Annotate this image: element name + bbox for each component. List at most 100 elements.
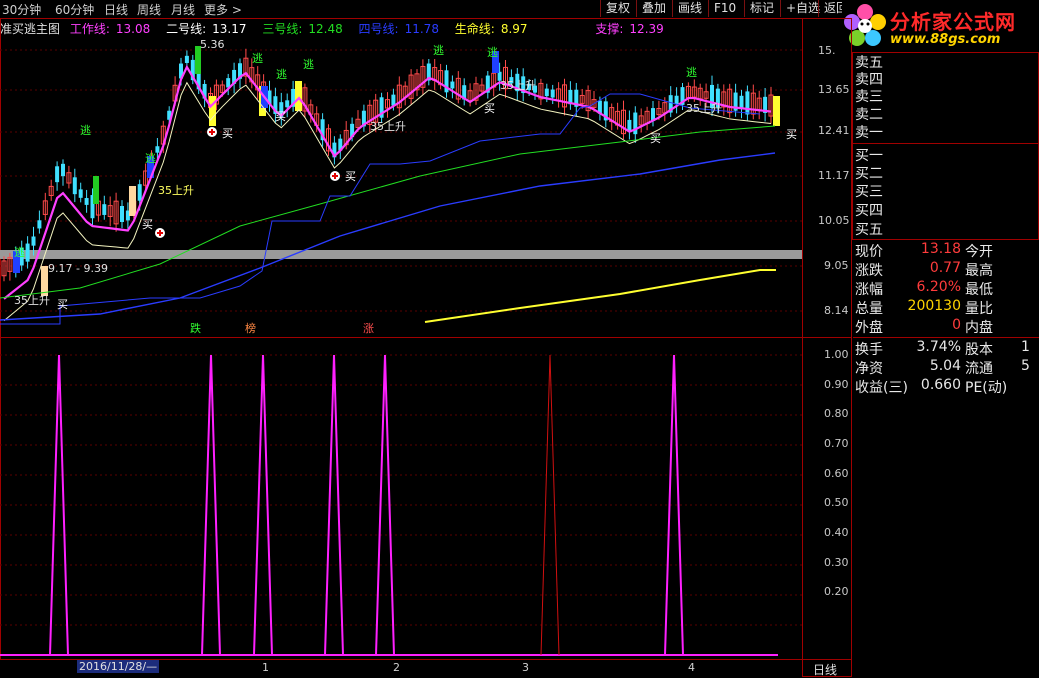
line-four: [0, 152, 776, 321]
period-label: 日线: [813, 663, 838, 677]
draw-line-button[interactable]: 画线: [672, 0, 707, 17]
escape-signal: 逃: [433, 44, 444, 57]
buy-label: 买三: [855, 184, 883, 200]
stat-label: 最高: [965, 263, 993, 279]
quote-row: 涨幅 6.20% 最低: [853, 279, 1039, 298]
period-60min[interactable]: 60分钟: [55, 1, 94, 18]
candle-body: [78, 189, 83, 198]
stat-label: 现价: [855, 244, 883, 260]
stat-value: 200130: [907, 298, 961, 314]
stat-label: 净资: [855, 361, 883, 377]
candle-body: [550, 89, 555, 98]
candle-body: [102, 204, 107, 215]
quote-row: 换手 3.74% 股本 1: [853, 339, 1039, 358]
highlight-bar: [773, 96, 780, 126]
indicator-y-axis: 1.00 0.90 0.80 0.70 0.60 0.50 0.40 0.30 …: [804, 337, 852, 659]
marker-fall: 跌: [190, 322, 201, 335]
time-axis: 2016/11/28/— 1 2 3 4: [0, 659, 802, 677]
escape-signal: 逃: [80, 124, 91, 137]
buy-signal: 买: [484, 102, 495, 115]
period-month[interactable]: 月线: [171, 1, 195, 18]
period-30min[interactable]: 30分钟: [2, 1, 41, 18]
logo-url: www.88gs.com: [890, 32, 1001, 47]
stat-label: 股本: [965, 342, 993, 358]
sell-level: 卖二: [853, 104, 1039, 123]
stat-value: 5: [1021, 358, 1030, 374]
logo-name: 分析家公式网: [890, 10, 1016, 34]
signal-indicator-chart[interactable]: [0, 337, 802, 659]
buy-signal: 买: [222, 127, 233, 140]
support-band: [0, 250, 802, 259]
quote-stats: 现价 13.18 今开 涨跌 0.77 最高 涨幅 6.20% 最低 总量 20…: [853, 241, 1039, 401]
stat-value: 13.18: [920, 241, 961, 257]
main-price-chart[interactable]: [0, 36, 802, 336]
range-label: 9.17 - 9.39: [48, 262, 108, 275]
period-week[interactable]: 周线: [137, 1, 161, 18]
candle-body: [155, 146, 160, 153]
period-more[interactable]: 更多 >: [204, 1, 242, 18]
y-tick: 0.40: [824, 526, 849, 539]
y-tick: 0.30: [824, 556, 849, 569]
month-tick: 3: [522, 661, 529, 674]
quote-row: 外盘 0 内盘: [853, 317, 1039, 336]
stat-label: 流通: [965, 361, 993, 377]
candle-body: [120, 206, 124, 222]
stat-value: 1: [1021, 339, 1030, 355]
period-day[interactable]: 日线: [104, 1, 128, 18]
y-tick: 0.70: [824, 437, 849, 450]
stat-label: 换手: [855, 342, 883, 358]
stat-value: 0: [952, 317, 961, 333]
month-tick: 1: [262, 661, 269, 674]
month-tick: 2: [393, 661, 400, 674]
stat-label: 最低: [965, 282, 993, 298]
life-line: [424, 269, 776, 323]
buy-level: 买三: [853, 181, 1039, 200]
y-tick: 0.80: [824, 407, 849, 420]
candle-body: [84, 198, 89, 205]
mark-button[interactable]: 标记: [744, 0, 779, 17]
sell-label: 卖一: [855, 125, 883, 141]
sell-label: 卖二: [855, 107, 883, 123]
stat-value: 0.660: [920, 377, 961, 393]
period-label-box[interactable]: 日线: [802, 659, 852, 677]
month-tick: 4: [688, 661, 695, 674]
buy-level: 买五: [853, 219, 1039, 238]
stat-label: 收益(三): [855, 380, 908, 396]
escape-signal: 逃: [276, 68, 287, 81]
candle-body: [745, 91, 750, 115]
stat-label: 内盘: [965, 320, 993, 336]
y-tick: 1.00: [824, 348, 849, 361]
y-tick: 0.60: [824, 467, 849, 480]
stat-value: 5.04: [929, 358, 961, 374]
cursor-date: 2016/11/28/—: [77, 660, 160, 673]
escape-signal: 逃: [14, 246, 25, 259]
candle-body: [674, 95, 679, 105]
quote-row: 净资 5.04 流通 5: [853, 358, 1039, 377]
rise-label: 35上升: [370, 120, 406, 133]
rise-label: 35上升: [158, 184, 194, 197]
buy-label: 买二: [855, 166, 883, 182]
candle-body: [37, 220, 42, 229]
overlay-button[interactable]: 叠加: [636, 0, 671, 17]
adjust-button[interactable]: 复权: [600, 0, 635, 17]
main-y-axis: 15. 13.65 12.41 11.17 10.05 9.05 8.14: [804, 36, 852, 336]
escape-signal: 逃: [686, 66, 697, 79]
highlight-bar: [93, 176, 99, 204]
y-tick: 15.: [818, 44, 836, 57]
marker-rise: 涨: [363, 322, 374, 335]
candle-body: [184, 55, 189, 63]
f10-button[interactable]: F10: [708, 0, 741, 17]
y-tick: 0.90: [824, 378, 849, 391]
highlight-bar: [129, 186, 136, 216]
divider: [853, 337, 1039, 338]
quote-row: 总量 200130 量比: [853, 298, 1039, 317]
highlight-bar: [295, 81, 302, 111]
candle-body: [25, 243, 30, 262]
stat-label: 外盘: [855, 320, 883, 336]
buy-signal: 买: [345, 170, 356, 183]
rise-label: 35上升: [500, 79, 536, 92]
buy-signal: 买: [786, 128, 797, 141]
stat-value: 3.74%: [916, 339, 961, 355]
quote-row: 现价 13.18 今开: [853, 241, 1039, 260]
stat-label: PE(动): [965, 380, 1008, 396]
